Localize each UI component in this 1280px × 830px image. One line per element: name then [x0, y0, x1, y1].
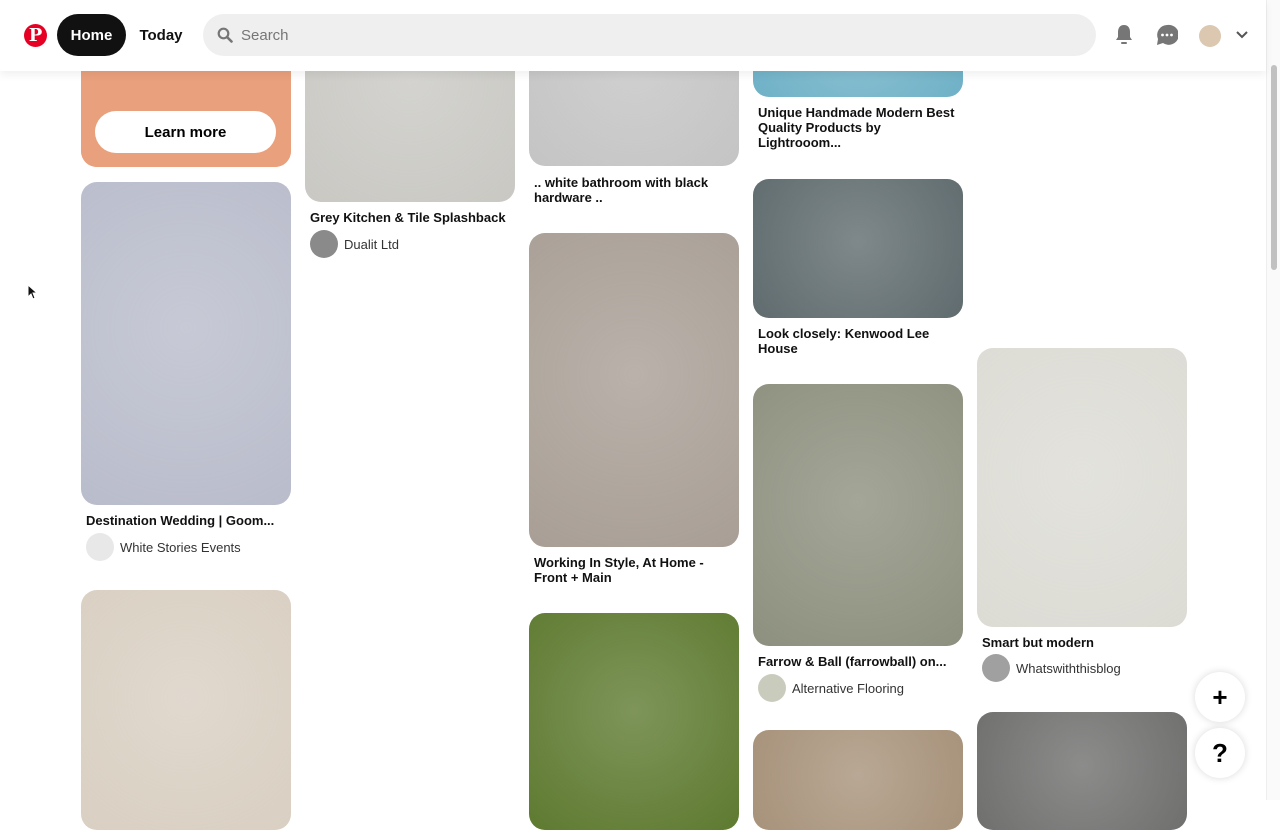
creator-avatar[interactable] [982, 654, 1010, 682]
pinterest-logo-icon[interactable]: P [24, 24, 47, 47]
notifications-bell-icon[interactable] [1111, 22, 1137, 48]
search-bar[interactable] [203, 14, 1096, 56]
pin-title[interactable]: Farrow & Ball (farrowball) on... [758, 654, 958, 669]
pin-image[interactable] [529, 613, 739, 830]
pin-title[interactable]: Unique Handmade Modern Best Quality Prod… [758, 105, 958, 150]
pin-image[interactable] [753, 730, 963, 830]
pin-creator[interactable]: White Stories Events [86, 533, 241, 561]
scrollbar-thumb[interactable] [1271, 65, 1277, 270]
pin-title[interactable]: .. white bathroom with black hardware .. [534, 175, 734, 205]
pin-title[interactable]: Smart but modern [982, 635, 1182, 650]
pin-image[interactable] [529, 233, 739, 547]
top-nav: P Home Today [0, 0, 1266, 71]
pin-title[interactable]: Grey Kitchen & Tile Splashback [310, 210, 510, 225]
create-button[interactable]: + [1195, 672, 1245, 722]
learn-more-button[interactable]: Learn more [95, 111, 276, 153]
creator-name[interactable]: Whatswiththisblog [1016, 661, 1121, 676]
pin-image[interactable] [977, 712, 1187, 830]
nav-home[interactable]: Home [57, 14, 126, 56]
pin-creator[interactable]: Whatswiththisblog [982, 654, 1121, 682]
creator-name[interactable]: Alternative Flooring [792, 681, 904, 696]
pin-image[interactable] [81, 182, 291, 505]
pin-creator[interactable]: Dualit Ltd [310, 230, 399, 258]
creator-name[interactable]: Dualit Ltd [344, 237, 399, 252]
pin-image[interactable] [977, 348, 1187, 627]
pin-image[interactable] [81, 590, 291, 830]
help-button[interactable]: ? [1195, 728, 1245, 778]
mouse-cursor-icon [27, 284, 38, 300]
pin-title[interactable]: Destination Wedding | Goom... [86, 513, 286, 528]
search-input[interactable] [241, 26, 1041, 44]
pin-image[interactable] [753, 384, 963, 646]
account-chevron-down-icon[interactable] [1229, 22, 1255, 48]
pin-image[interactable] [753, 179, 963, 318]
creator-name[interactable]: White Stories Events [120, 540, 241, 555]
search-icon [217, 27, 233, 43]
pin-title[interactable]: Look closely: Kenwood Lee House [758, 326, 958, 356]
creator-avatar[interactable] [310, 230, 338, 258]
messages-icon[interactable] [1154, 22, 1180, 48]
nav-today[interactable]: Today [132, 14, 190, 56]
creator-avatar[interactable] [758, 674, 786, 702]
scrollbar[interactable] [1266, 0, 1280, 800]
pin-creator[interactable]: Alternative Flooring [758, 674, 904, 702]
user-avatar[interactable] [1199, 25, 1221, 47]
pin-title[interactable]: Working In Style, At Home - Front + Main [534, 555, 734, 585]
creator-avatar[interactable] [86, 533, 114, 561]
